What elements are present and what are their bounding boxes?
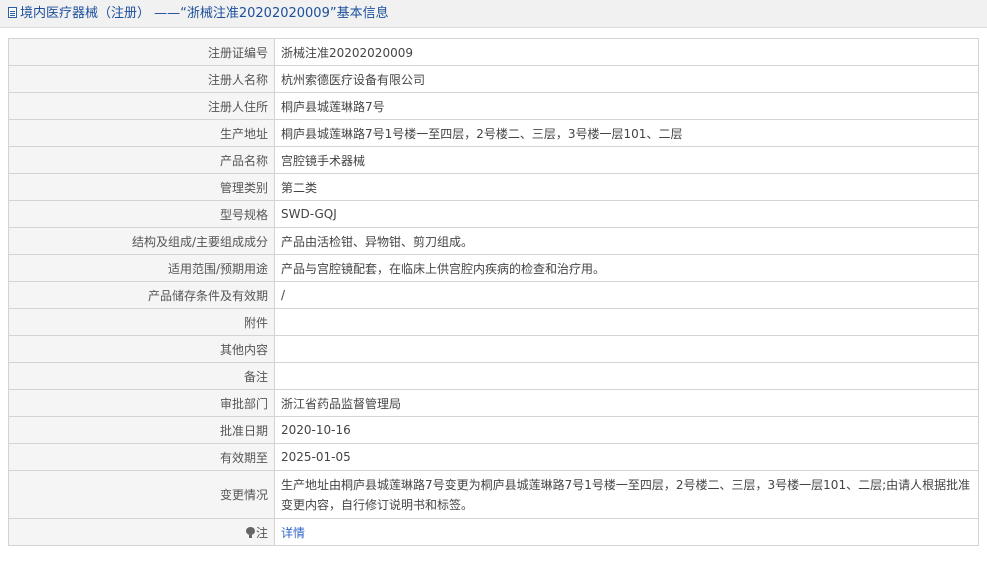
note-row: 注 详情: [8, 518, 979, 546]
table-row: 产品储存条件及有效期 /: [8, 281, 979, 309]
row-label: 管理类别: [8, 173, 275, 201]
row-value: 产品与宫腔镜配套，在临床上供宫腔内疾病的检查和治疗用。: [274, 254, 979, 282]
table-row: 附件: [8, 308, 979, 336]
note-label-cell: 注: [8, 518, 275, 546]
table-row: 注册人名称 杭州索德医疗设备有限公司: [8, 65, 979, 93]
row-label: 型号规格: [8, 200, 275, 228]
row-label: 结构及组成/主要组成成分: [8, 227, 275, 255]
document-icon: [8, 7, 17, 18]
row-value: 桐庐县城莲琳路7号: [274, 92, 979, 120]
row-value: SWD-GQJ: [274, 200, 979, 228]
row-value: 2020-10-16: [274, 416, 979, 444]
row-value: 生产地址由桐庐县城莲琳路7号变更为桐庐县城莲琳路7号1号楼一至四层，2号楼二、三…: [274, 470, 979, 519]
row-label: 备注: [8, 362, 275, 390]
row-label: 有效期至: [8, 443, 275, 471]
row-label: 产品名称: [8, 146, 275, 174]
row-value: 产品由活检钳、异物钳、剪刀组成。: [274, 227, 979, 255]
table-row: 生产地址 桐庐县城莲琳路7号1号楼一至四层，2号楼二、三层，3号楼一层101、二…: [8, 119, 979, 147]
table-row: 批准日期 2020-10-16: [8, 416, 979, 444]
row-value: 浙械注准20202020009: [274, 38, 979, 66]
table-row: 备注: [8, 362, 979, 390]
row-value: [274, 308, 979, 336]
row-value: 杭州索德医疗设备有限公司: [274, 65, 979, 93]
row-label: 注册人住所: [8, 92, 275, 120]
page-header: 境内医疗器械（注册） ——“浙械注准20202020009”基本信息: [0, 0, 987, 28]
table-row: 结构及组成/主要组成成分 产品由活检钳、异物钳、剪刀组成。: [8, 227, 979, 255]
table-row: 其他内容: [8, 335, 979, 363]
table-row: 变更情况 生产地址由桐庐县城莲琳路7号变更为桐庐县城莲琳路7号1号楼一至四层，2…: [8, 470, 979, 519]
row-label: 注册证编号: [8, 38, 275, 66]
table-row: 注册人住所 桐庐县城莲琳路7号: [8, 92, 979, 120]
row-value: 桐庐县城莲琳路7号1号楼一至四层，2号楼二、三层，3号楼一层101、二层: [274, 119, 979, 147]
row-value: 宫腔镜手术器械: [274, 146, 979, 174]
row-label: 适用范围/预期用途: [8, 254, 275, 282]
table-row: 产品名称 宫腔镜手术器械: [8, 146, 979, 174]
row-value: /: [274, 281, 979, 309]
row-value: 浙江省药品监督管理局: [274, 389, 979, 417]
table-row: 有效期至 2025-01-05: [8, 443, 979, 471]
row-label: 批准日期: [8, 416, 275, 444]
row-label: 变更情况: [8, 470, 275, 519]
row-label: 其他内容: [8, 335, 275, 363]
note-label: 注: [255, 525, 268, 540]
table-row: 注册证编号 浙械注准20202020009: [8, 38, 979, 66]
row-value: 第二类: [274, 173, 979, 201]
row-label: 产品储存条件及有效期: [8, 281, 275, 309]
row-value: 2025-01-05: [274, 443, 979, 471]
detail-link[interactable]: 详情: [281, 526, 305, 540]
table-row: 型号规格 SWD-GQJ: [8, 200, 979, 228]
row-value: [274, 335, 979, 363]
row-label: 审批部门: [8, 389, 275, 417]
table-row: 管理类别 第二类: [8, 173, 979, 201]
lightbulb-icon: [245, 526, 255, 538]
row-label: 附件: [8, 308, 275, 336]
row-label: 注册人名称: [8, 65, 275, 93]
page-title: 境内医疗器械（注册） ——“浙械注准20202020009”基本信息: [20, 6, 389, 21]
table-row: 审批部门 浙江省药品监督管理局: [8, 389, 979, 417]
info-table: 注册证编号 浙械注准20202020009 注册人名称 杭州索德医疗设备有限公司…: [8, 38, 979, 546]
note-value-cell: 详情: [274, 518, 979, 546]
table-row: 适用范围/预期用途 产品与宫腔镜配套，在临床上供宫腔内疾病的检查和治疗用。: [8, 254, 979, 282]
row-label: 生产地址: [8, 119, 275, 147]
row-value: [274, 362, 979, 390]
